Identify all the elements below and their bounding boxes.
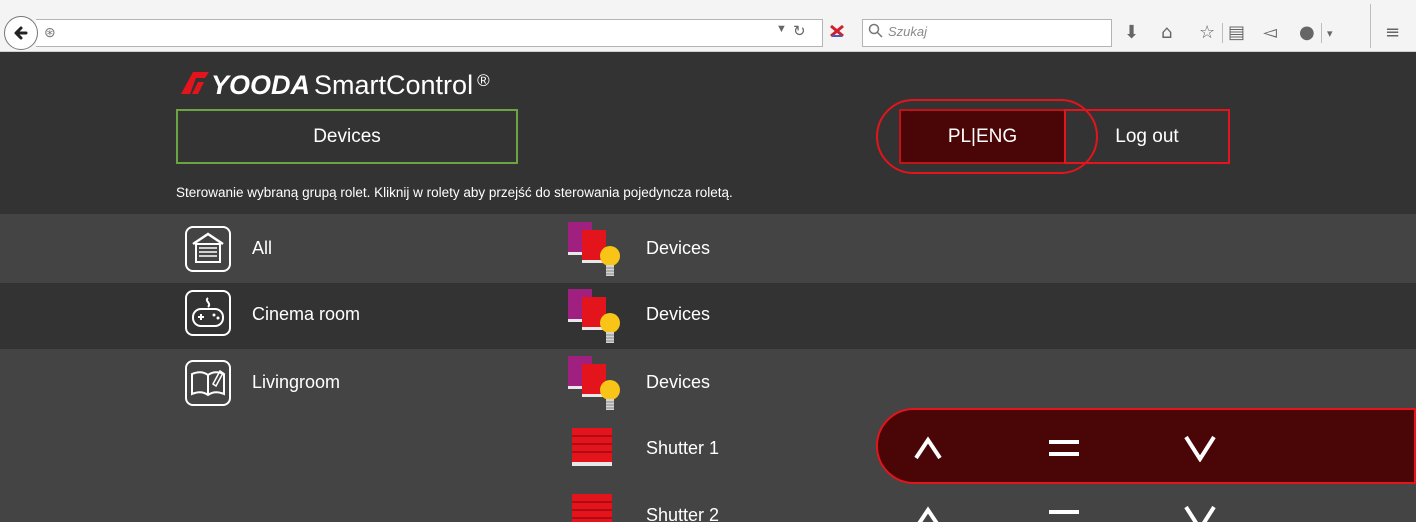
chevron-down-icon — [1184, 505, 1216, 522]
chevron-up-icon — [914, 436, 942, 460]
device-group-label[interactable]: Devices — [646, 238, 710, 259]
shield-icon[interactable]: ● — [1299, 22, 1315, 43]
home-icon[interactable]: ⌂ — [1161, 22, 1172, 43]
logo-mark-icon — [181, 72, 209, 94]
app-logo: YOODA SmartControl ® — [181, 70, 490, 101]
devices-icon — [568, 356, 620, 410]
device-group-label[interactable]: Devices — [646, 304, 710, 325]
book-icon — [185, 360, 231, 406]
toolbar-separator — [1321, 23, 1322, 43]
room-name[interactable]: Livingroom — [252, 372, 340, 393]
dropdown-icon[interactable]: ▼ — [776, 23, 787, 35]
stop-icon — [1049, 440, 1079, 456]
menu-icon[interactable]: ≡ — [1385, 22, 1400, 43]
logo-brand: YOODA — [211, 70, 311, 100]
shutter-control-bar — [876, 408, 1416, 484]
devices-nav-button[interactable]: Devices — [176, 109, 518, 164]
reader-icon[interactable]: ▤ — [1228, 22, 1245, 43]
logo-product: SmartControl — [314, 70, 474, 100]
shutter-icon — [572, 428, 612, 466]
reload-icon[interactable]: ↻ — [793, 22, 806, 40]
shutter-up-button[interactable] — [908, 428, 948, 468]
toolbar-separator — [1370, 4, 1371, 48]
shutter-down-button[interactable] — [1180, 428, 1220, 468]
toolbar-separator — [1222, 23, 1223, 43]
download-icon[interactable]: ⬇ — [1124, 22, 1139, 43]
room-name[interactable]: Cinema room — [252, 304, 360, 325]
devices-icon — [568, 222, 620, 276]
shutter-stop-button[interactable] — [1044, 428, 1084, 468]
logo-registered: ® — [477, 71, 490, 90]
device-group-label[interactable]: Devices — [646, 372, 710, 393]
x-icon[interactable] — [829, 24, 845, 38]
devices-icon — [568, 289, 620, 343]
language-switch-button[interactable]: PL|ENG — [899, 109, 1066, 164]
globe-icon: ⊛ — [44, 24, 56, 40]
logout-button[interactable]: Log out — [1064, 109, 1230, 164]
room-name[interactable]: All — [252, 238, 272, 259]
chevron-up-icon — [917, 506, 939, 522]
search-placeholder: Szukaj — [888, 24, 928, 39]
browser-toolbar: ⊛ ▼ ↻ Szukaj ⬇ ⌂ ☆ ▤ ◅ ● ▾ ≡ — [0, 0, 1416, 52]
gamepad-icon — [185, 290, 231, 336]
shutter-stop-button[interactable] — [1044, 498, 1084, 522]
back-button[interactable] — [4, 16, 38, 50]
dropdown-icon[interactable]: ▾ — [1327, 27, 1333, 40]
search-icon — [868, 23, 883, 38]
shutter-down-button[interactable] — [1180, 498, 1220, 522]
back-icon — [14, 26, 28, 40]
stop-icon — [1049, 510, 1079, 522]
shutter-name[interactable]: Shutter 2 — [646, 505, 719, 522]
chevron-down-icon — [1184, 435, 1216, 462]
url-bar[interactable] — [36, 19, 823, 47]
star-icon[interactable]: ☆ — [1199, 22, 1215, 43]
shutter-icon — [572, 494, 612, 522]
house-icon — [185, 226, 231, 272]
instruction-text: Sterowanie wybraną grupą rolet. Kliknij … — [176, 185, 733, 200]
shutter-name[interactable]: Shutter 1 — [646, 438, 719, 459]
shutter-up-button[interactable] — [908, 498, 948, 522]
send-icon[interactable]: ◅ — [1263, 22, 1277, 43]
